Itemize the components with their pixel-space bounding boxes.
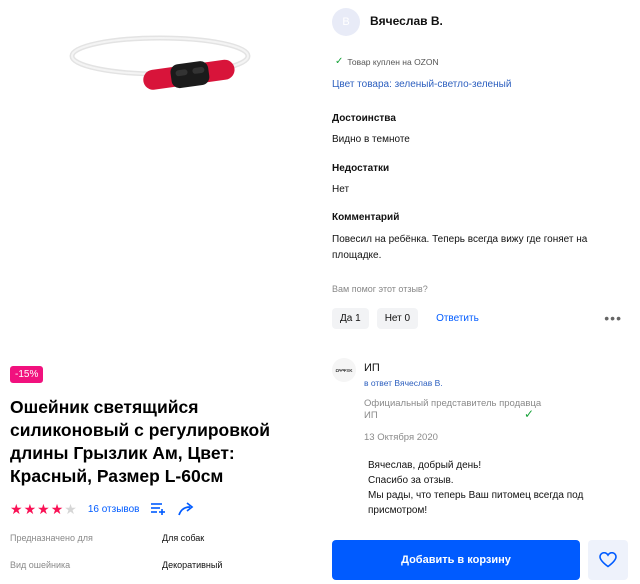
comment-heading: Комментарий — [332, 212, 400, 223]
comment-text: Повесил на ребёнка. Теперь всегда вижу г… — [332, 234, 588, 261]
attribute-row: Вид ошейника Декоративный — [10, 560, 222, 570]
reviews-count-link[interactable]: 16 отзывов — [88, 504, 140, 515]
review-panel: В Вячеслав В. ✓ Товар куплен на OZON Цве… — [332, 0, 640, 584]
reply-date: 13 Октября 2020 — [364, 432, 438, 443]
check-icon: ✓ — [335, 56, 344, 67]
product-color: Цвет товара: зеленый-светло-зеленый — [332, 79, 512, 90]
helpful-question: Вам помог этот отзыв? — [332, 284, 428, 294]
cons-text: Нет — [332, 184, 350, 195]
helpful-no-button[interactable]: Нет 0 — [376, 308, 419, 329]
discount-badge: -15% — [10, 366, 44, 383]
attribute-key: Вид ошейника — [10, 560, 71, 570]
attribute-value: Для собак — [162, 533, 205, 543]
pros-text: Видно в темноте — [332, 134, 410, 145]
reply-button[interactable]: Ответить — [436, 313, 479, 324]
official-seller-name: ИП — [364, 410, 378, 421]
seller-name: ИП — [364, 362, 380, 374]
pros-heading: Достоинства — [332, 113, 396, 124]
reply-to-link[interactable]: в ответ Вячеслав В. — [364, 378, 443, 388]
product-title: Ошейник светящийся силиконовый с регулир… — [10, 397, 270, 486]
rating-row: ★ ★ ★ ★ ★ 16 отзывов — [10, 500, 195, 518]
seller-logo: ΩΨΨΞΚ — [332, 358, 356, 382]
cons-heading: Недостатки — [332, 163, 390, 174]
attribute-value: Декоративный — [162, 560, 223, 570]
verified-check-icon: ✓ — [524, 407, 535, 421]
compare-icon[interactable] — [149, 500, 167, 518]
star-icon: ★ — [64, 501, 77, 517]
reply-line: Мы рады, что теперь Ваш питомец всегда п… — [368, 490, 584, 516]
helpful-yes-button[interactable]: Да 1 — [332, 308, 369, 329]
star-icon: ★ — [23, 501, 37, 517]
reply-line: Вячеслав, добрый день! — [368, 460, 482, 471]
vote-row: Да 1 Нет 0 Ответить ••• — [332, 308, 632, 329]
rating-stars: ★ ★ ★ ★ ★ — [10, 502, 78, 516]
attribute-key: Предназначено для — [10, 533, 93, 543]
avatar: В — [332, 8, 360, 36]
heart-icon — [599, 552, 617, 568]
favorite-button[interactable] — [588, 540, 628, 580]
review-author: Вячеслав В. — [370, 14, 443, 28]
bought-badge: ✓ Товар куплен на OZON — [335, 56, 439, 67]
reply-line: Спасибо за отзыв. — [368, 475, 454, 486]
more-options-icon[interactable]: ••• — [604, 310, 622, 326]
add-to-cart-button[interactable]: Добавить в корзину — [332, 540, 580, 580]
star-icon: ★ — [50, 501, 64, 517]
product-panel: -15% Ошейник светящийся силиконовый с ре… — [0, 0, 310, 584]
official-label: Официальный представитель продавца — [364, 398, 542, 409]
bought-badge-label: Товар куплен на OZON — [347, 56, 439, 67]
star-icon: ★ — [37, 501, 50, 517]
product-image — [69, 35, 251, 90]
reply-body: Вячеслав, добрый день! Спасибо за отзыв.… — [364, 458, 629, 518]
attribute-row: Предназначено для Для собак — [10, 533, 204, 543]
star-icon: ★ — [10, 501, 23, 517]
share-icon[interactable] — [177, 500, 195, 518]
